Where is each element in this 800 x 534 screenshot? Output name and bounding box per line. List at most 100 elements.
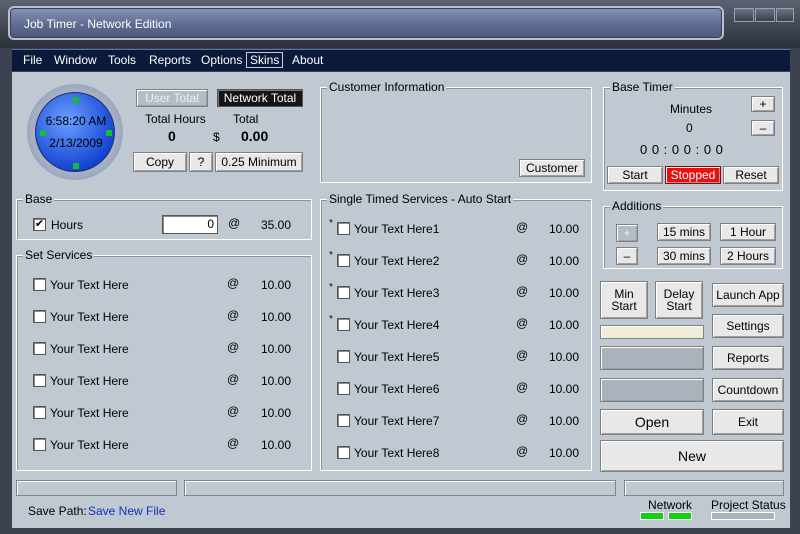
add-2-hours-button[interactable]: 2 Hours	[720, 247, 776, 265]
blank-button-2[interactable]	[600, 378, 704, 402]
base-at-symbol: @	[228, 216, 241, 230]
service-rate: 10.00	[549, 286, 580, 300]
required-star: *	[329, 282, 333, 293]
add-1-hour-button[interactable]: 1 Hour	[720, 223, 776, 241]
service-label: Your Text Here7	[354, 414, 440, 428]
hours-checkbox[interactable]: ✔	[33, 218, 46, 231]
service-checkbox[interactable]	[33, 278, 46, 291]
service-checkbox[interactable]	[33, 438, 46, 451]
service-rate: 10.00	[261, 406, 292, 420]
service-rate: 10.00	[261, 342, 292, 356]
service-at-symbol: @	[227, 340, 240, 354]
service-at-symbol: @	[516, 348, 529, 362]
base-hours-input[interactable]: 0	[162, 215, 218, 234]
service-checkbox[interactable]	[337, 382, 350, 395]
base-group: Base ✔ Hours 0 @ 35.00	[16, 192, 312, 240]
service-checkbox[interactable]	[33, 374, 46, 387]
service-checkbox[interactable]	[337, 318, 350, 331]
required-star: *	[329, 314, 333, 325]
customer-info-group: Customer Information Customer	[320, 80, 592, 183]
menu-window[interactable]: Window	[54, 53, 97, 67]
new-button[interactable]: New	[600, 440, 784, 472]
set-services-title: Set Services	[23, 248, 95, 262]
timer-reset-button[interactable]: Reset	[723, 166, 779, 184]
base-timer-title: Base Timer	[610, 80, 675, 94]
hours-label: Hours	[51, 218, 84, 232]
service-at-symbol: @	[227, 276, 240, 290]
additions-title: Additions	[610, 199, 664, 213]
save-path-label: Save Path:	[28, 504, 87, 518]
service-rate: 10.00	[261, 374, 292, 388]
network-total-button[interactable]: Network Total	[217, 89, 303, 107]
service-label: Your Text Here	[50, 438, 129, 452]
clock-time: 6:58:20 AM	[45, 114, 107, 128]
clock-date: 2/13/2009	[49, 136, 103, 150]
copy-button[interactable]: Copy	[133, 152, 187, 172]
add-30-mins-button[interactable]: 30 mins	[657, 247, 711, 265]
menu-file[interactable]: File	[23, 53, 42, 67]
additions-plus-button[interactable]: +	[616, 224, 638, 242]
status-panel-3	[624, 480, 784, 496]
timed-services-title: Single Timed Services - Auto Start	[327, 192, 514, 206]
service-at-symbol: @	[227, 372, 240, 386]
min-start-button[interactable]: Min Start	[600, 281, 648, 319]
service-checkbox[interactable]	[337, 222, 350, 235]
close-button[interactable]	[776, 8, 794, 22]
base-rate: 35.00	[261, 218, 292, 232]
launch-app-button[interactable]: Launch App	[712, 283, 784, 307]
service-checkbox[interactable]	[337, 286, 350, 299]
service-checkbox[interactable]	[337, 350, 350, 363]
maximize-button[interactable]	[755, 8, 775, 22]
menu-options[interactable]: Options	[201, 53, 242, 67]
base-title: Base	[23, 192, 55, 206]
minimize-button[interactable]	[734, 8, 754, 22]
network-led-2	[668, 512, 692, 520]
minutes-minus-button[interactable]: –	[751, 120, 775, 136]
minutes-plus-button[interactable]: +	[751, 96, 775, 112]
currency-symbol: $	[213, 130, 220, 144]
service-checkbox[interactable]	[337, 414, 350, 427]
total-hours-value: 0	[168, 128, 176, 144]
menu-about[interactable]: About	[292, 53, 323, 67]
service-label: Your Text Here8	[354, 446, 440, 460]
user-total-button[interactable]: User Total	[136, 89, 208, 107]
open-button[interactable]: Open	[600, 409, 704, 435]
service-at-symbol: @	[516, 412, 529, 426]
reports-button[interactable]: Reports	[712, 346, 784, 370]
service-rate: 10.00	[549, 318, 580, 332]
delay-start-button[interactable]: Delay Start	[655, 281, 703, 319]
help-button[interactable]: ?	[189, 152, 213, 172]
service-rate: 10.00	[261, 278, 292, 292]
service-checkbox[interactable]	[337, 446, 350, 459]
minimum-button[interactable]: 0.25 Minimum	[215, 152, 303, 172]
menu-tools[interactable]: Tools	[108, 53, 136, 67]
timer-status-stopped[interactable]: Stopped	[665, 166, 721, 184]
customer-button[interactable]: Customer	[519, 159, 585, 177]
save-path-link[interactable]: Save New File	[88, 504, 165, 518]
blank-button-1[interactable]	[600, 346, 704, 370]
service-rate: 10.00	[549, 446, 580, 460]
exit-button[interactable]: Exit	[712, 409, 784, 435]
add-15-mins-button[interactable]: 15 mins	[657, 223, 711, 241]
menu-reports[interactable]: Reports	[149, 53, 191, 67]
timer-start-button[interactable]: Start	[607, 166, 663, 184]
service-at-symbol: @	[516, 252, 529, 266]
additions-minus-button[interactable]: –	[616, 247, 638, 265]
base-timer-group: Base Timer Minutes + 0 – 0 0 : 0 0 : 0 0…	[603, 80, 783, 191]
service-checkbox[interactable]	[33, 342, 46, 355]
service-checkbox[interactable]	[33, 310, 46, 323]
service-label: Your Text Here6	[354, 382, 440, 396]
menu-skins[interactable]: Skins	[246, 52, 284, 68]
service-label: Your Text Here	[50, 374, 129, 388]
service-label: Your Text Here2	[354, 254, 440, 268]
service-at-symbol: @	[516, 380, 529, 394]
network-led-1	[640, 512, 664, 520]
service-checkbox[interactable]	[33, 406, 46, 419]
service-label: Your Text Here	[50, 406, 129, 420]
menu-bar: File Window Tools Reports Options Skins …	[12, 49, 790, 71]
countdown-button[interactable]: Countdown	[712, 378, 784, 402]
settings-button[interactable]: Settings	[712, 314, 784, 338]
service-checkbox[interactable]	[337, 254, 350, 267]
service-rate: 10.00	[549, 254, 580, 268]
status-panel-1	[16, 480, 177, 496]
